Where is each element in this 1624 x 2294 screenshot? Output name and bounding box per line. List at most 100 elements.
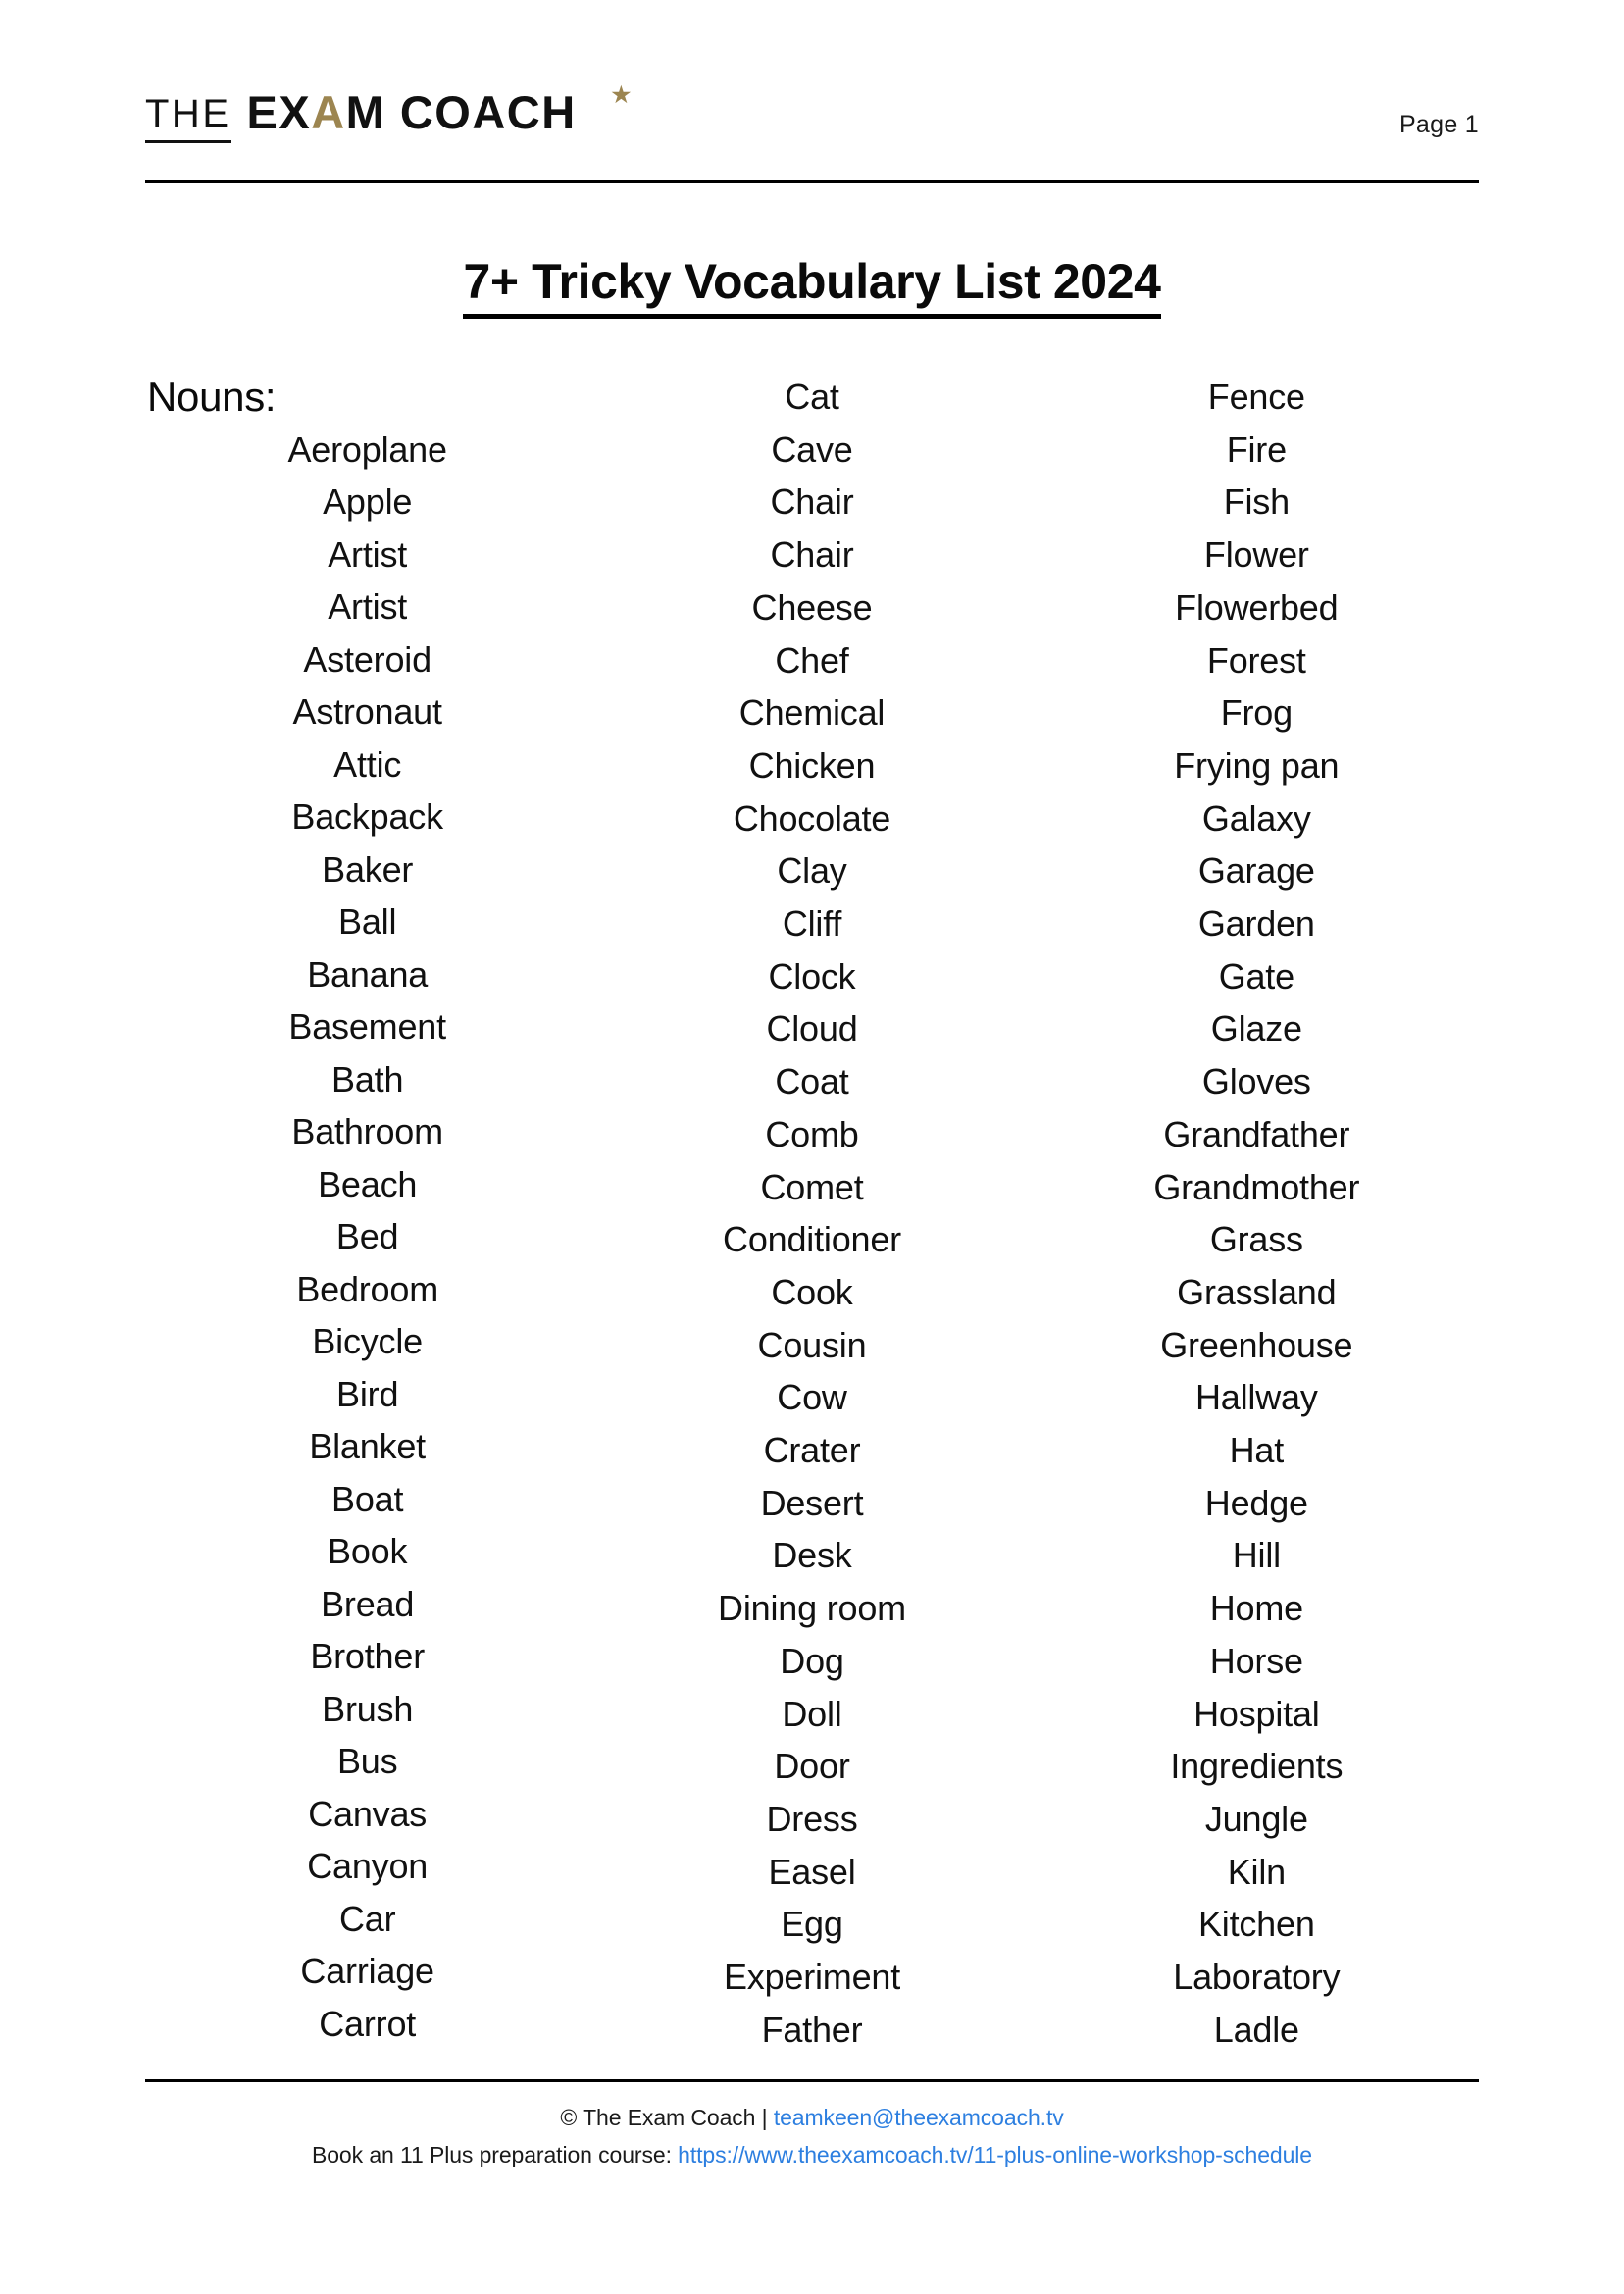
word-item: Bed <box>335 1216 399 1256</box>
word-item: Kitchen <box>1197 1904 1315 1945</box>
word-item: Boat <box>331 1478 404 1519</box>
word-item: Grandfather <box>1163 1113 1350 1154</box>
contact-email-link[interactable]: teamkeen@theexamcoach.tv <box>774 2105 1064 2130</box>
word-item: Gate <box>1218 955 1294 996</box>
word-item: Hill <box>1232 1535 1281 1576</box>
word-item: Bath <box>331 1058 404 1099</box>
word-item: Fence <box>1207 377 1305 417</box>
word-item: Book <box>328 1531 408 1571</box>
word-item: Comet <box>760 1166 864 1207</box>
word-item: Cousin <box>757 1324 867 1365</box>
vocabulary-column-2: Cat Cave Chair Chair Cheese Chef Chemica… <box>589 371 1034 2057</box>
word-item: Frying pan <box>1174 744 1340 786</box>
vocabulary-column-3: Fence Fire Fish Flower Flowerbed Forest … <box>1035 371 1479 2057</box>
word-item: Cloud <box>766 1008 858 1049</box>
logo-exam-coach-text: EXAM COACH ★ <box>246 84 632 138</box>
course-schedule-link[interactable]: https://www.theexamcoach.tv/11-plus-onli… <box>678 2142 1312 2167</box>
vocabulary-columns: Nouns: Aeroplane Apple Artist Artist Ast… <box>145 371 1479 2057</box>
vocabulary-column-1: Nouns: Aeroplane Apple Artist Artist Ast… <box>145 371 589 2050</box>
logo-part-ex: EX <box>246 86 312 138</box>
word-item: Beach <box>318 1163 418 1204</box>
word-item: Laboratory <box>1173 1957 1341 1998</box>
word-item: Crater <box>763 1430 861 1471</box>
page-title-text: 7+ Tricky Vocabulary List 2024 <box>463 253 1161 319</box>
word-item: Brush <box>322 1688 414 1729</box>
word-item: Glaze <box>1210 1008 1302 1049</box>
word-item: Cave <box>771 429 853 470</box>
word-item: Chicken <box>748 744 876 786</box>
word-item: Canvas <box>308 1793 428 1834</box>
word-item: Carriage <box>300 1951 434 1991</box>
word-item: Experiment <box>723 1957 901 1998</box>
word-item: Jungle <box>1204 1798 1308 1839</box>
word-item: Car <box>338 1898 396 1939</box>
word-item: Bus <box>336 1741 398 1781</box>
logo-accent-letter-a: A <box>311 86 346 138</box>
word-item: Blanket <box>309 1426 426 1466</box>
word-item: Easel <box>768 1851 856 1892</box>
word-item: Bird <box>336 1373 399 1414</box>
word-item: Dining room <box>718 1588 906 1629</box>
word-item: Gloves <box>1201 1061 1311 1102</box>
word-item: Fish <box>1223 482 1290 523</box>
word-item: Clay <box>777 850 847 892</box>
page-header: THE EXAM COACH ★ Page 1 <box>145 57 1479 145</box>
word-item: Brother <box>310 1636 425 1676</box>
word-item: Apple <box>323 482 413 522</box>
word-item: Door <box>774 1746 850 1787</box>
word-item: Clock <box>768 955 856 996</box>
word-item: Basement <box>288 1006 446 1046</box>
word-item: Cheese <box>751 586 873 628</box>
header-divider <box>145 180 1479 183</box>
word-item: Hedge <box>1204 1482 1308 1523</box>
word-item: Kiln <box>1227 1851 1286 1892</box>
word-item: Bicycle <box>312 1321 423 1361</box>
word-item: Chef <box>775 639 849 681</box>
word-item: Fire <box>1226 429 1287 470</box>
word-item: Coat <box>775 1061 849 1102</box>
footer-course-line: Book an 11 Plus preparation course: http… <box>145 2136 1479 2173</box>
word-item: Egg <box>781 1904 843 1945</box>
footer-divider <box>145 2079 1479 2082</box>
word-item: Ball <box>338 901 397 942</box>
word-item: Attic <box>333 743 402 785</box>
word-item: Garage <box>1197 850 1315 892</box>
star-icon: ★ <box>611 82 633 107</box>
word-item: Chocolate <box>733 797 891 839</box>
course-prompt-text: Book an 11 Plus preparation course: <box>312 2142 679 2167</box>
word-item: Grass <box>1209 1219 1303 1260</box>
word-item: Desk <box>772 1535 852 1576</box>
word-item: Banana <box>307 953 429 994</box>
section-heading-nouns: Nouns: <box>147 374 277 420</box>
word-item: Grandmother <box>1153 1166 1360 1207</box>
copyright-text: © The Exam Coach | <box>560 2105 774 2130</box>
word-item: Flower <box>1203 535 1309 576</box>
brand-logo: THE EXAM COACH ★ <box>145 84 632 145</box>
logo-part-m-coach: M COACH <box>345 86 577 138</box>
word-item: Ingredients <box>1170 1746 1344 1787</box>
word-item: Forest <box>1206 639 1306 681</box>
word-item: Dog <box>780 1640 844 1681</box>
word-item: Hallway <box>1195 1377 1318 1418</box>
word-item: Ladle <box>1213 2009 1299 2050</box>
word-item: Conditioner <box>723 1219 901 1260</box>
page-title: 7+ Tricky Vocabulary List 2024 <box>0 253 1624 319</box>
word-item: Bedroom <box>296 1268 438 1309</box>
word-item: Carrot <box>319 2003 417 2044</box>
page-number-label: Page 1 <box>1398 111 1479 138</box>
word-item: Doll <box>782 1693 842 1734</box>
word-item: Cliff <box>782 903 842 944</box>
word-item: Home <box>1209 1588 1303 1629</box>
word-item: Artist <box>328 534 408 575</box>
word-item: Horse <box>1209 1640 1303 1681</box>
word-item: Baker <box>322 848 414 890</box>
word-item: Cat <box>785 377 839 417</box>
word-item: Cook <box>771 1271 853 1312</box>
footer-copyright-line: © The Exam Coach | teamkeen@theexamcoach… <box>145 2099 1479 2136</box>
word-item: Dress <box>766 1798 858 1839</box>
word-item: Desert <box>760 1482 864 1523</box>
word-item: Asteroid <box>303 638 431 680</box>
word-item: Canyon <box>307 1846 429 1886</box>
word-item: Artist <box>328 586 408 627</box>
word-item: Bread <box>321 1583 415 1624</box>
